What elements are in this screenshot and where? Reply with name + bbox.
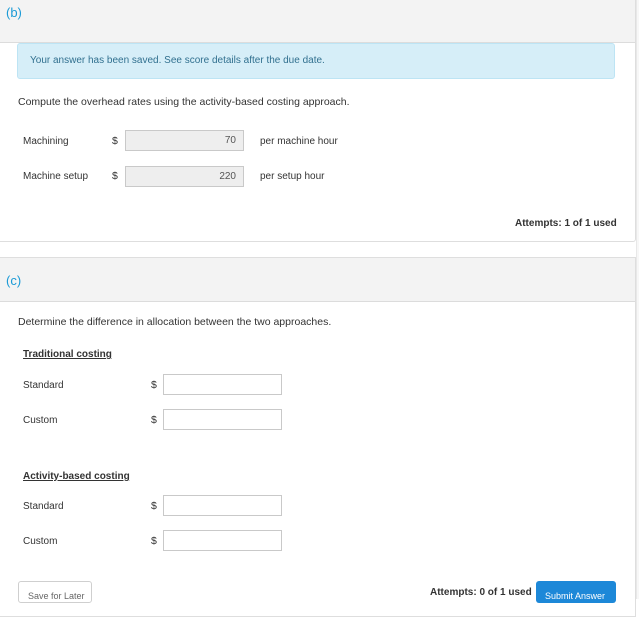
part-c-panel: (c) bbox=[0, 257, 636, 617]
traditional-costing-heading: Traditional costing bbox=[23, 349, 112, 360]
standard-label: Standard bbox=[23, 501, 64, 512]
custom-label: Custom bbox=[23, 536, 58, 547]
currency-symbol: $ bbox=[112, 135, 118, 147]
abc-custom-input[interactable] bbox=[163, 530, 282, 551]
saved-notice: Your answer has been saved. See score de… bbox=[17, 43, 615, 79]
currency-symbol: $ bbox=[151, 379, 157, 391]
currency-symbol: $ bbox=[151, 414, 157, 426]
activity-based-costing-heading: Activity-based costing bbox=[23, 471, 130, 482]
abc-standard-input[interactable] bbox=[163, 495, 282, 516]
part-b-panel: (b) bbox=[0, 0, 636, 242]
traditional-custom-input[interactable] bbox=[163, 409, 282, 430]
part-b-header: (b) bbox=[0, 0, 635, 43]
currency-symbol: $ bbox=[151, 535, 157, 547]
part-c-header: (c) bbox=[0, 258, 635, 302]
standard-label: Standard bbox=[23, 380, 64, 391]
part-b-label: (b) bbox=[6, 5, 22, 20]
part-c-attempts: Attempts: 0 of 1 used bbox=[430, 587, 532, 598]
machining-rate-input[interactable] bbox=[125, 130, 244, 151]
machine-setup-label: Machine setup bbox=[23, 171, 89, 182]
saved-notice-text: Your answer has been saved. See score de… bbox=[30, 55, 325, 66]
custom-label: Custom bbox=[23, 415, 58, 426]
part-b-prompt: Compute the overhead rates using the act… bbox=[18, 96, 350, 108]
machine-setup-rate-input[interactable] bbox=[125, 166, 244, 187]
currency-symbol: $ bbox=[112, 170, 118, 182]
traditional-standard-input[interactable] bbox=[163, 374, 282, 395]
machine-setup-unit: per setup hour bbox=[260, 171, 325, 182]
part-b-attempts: Attempts: 1 of 1 used bbox=[515, 218, 617, 229]
submit-answer-button[interactable]: Submit Answer bbox=[536, 581, 616, 603]
save-for-later-button[interactable]: Save for Later bbox=[18, 581, 92, 603]
currency-symbol: $ bbox=[151, 500, 157, 512]
machining-unit: per machine hour bbox=[260, 136, 338, 147]
machining-label: Machining bbox=[23, 136, 69, 147]
part-c-prompt: Determine the difference in allocation b… bbox=[18, 316, 332, 328]
part-c-label: (c) bbox=[6, 273, 22, 288]
